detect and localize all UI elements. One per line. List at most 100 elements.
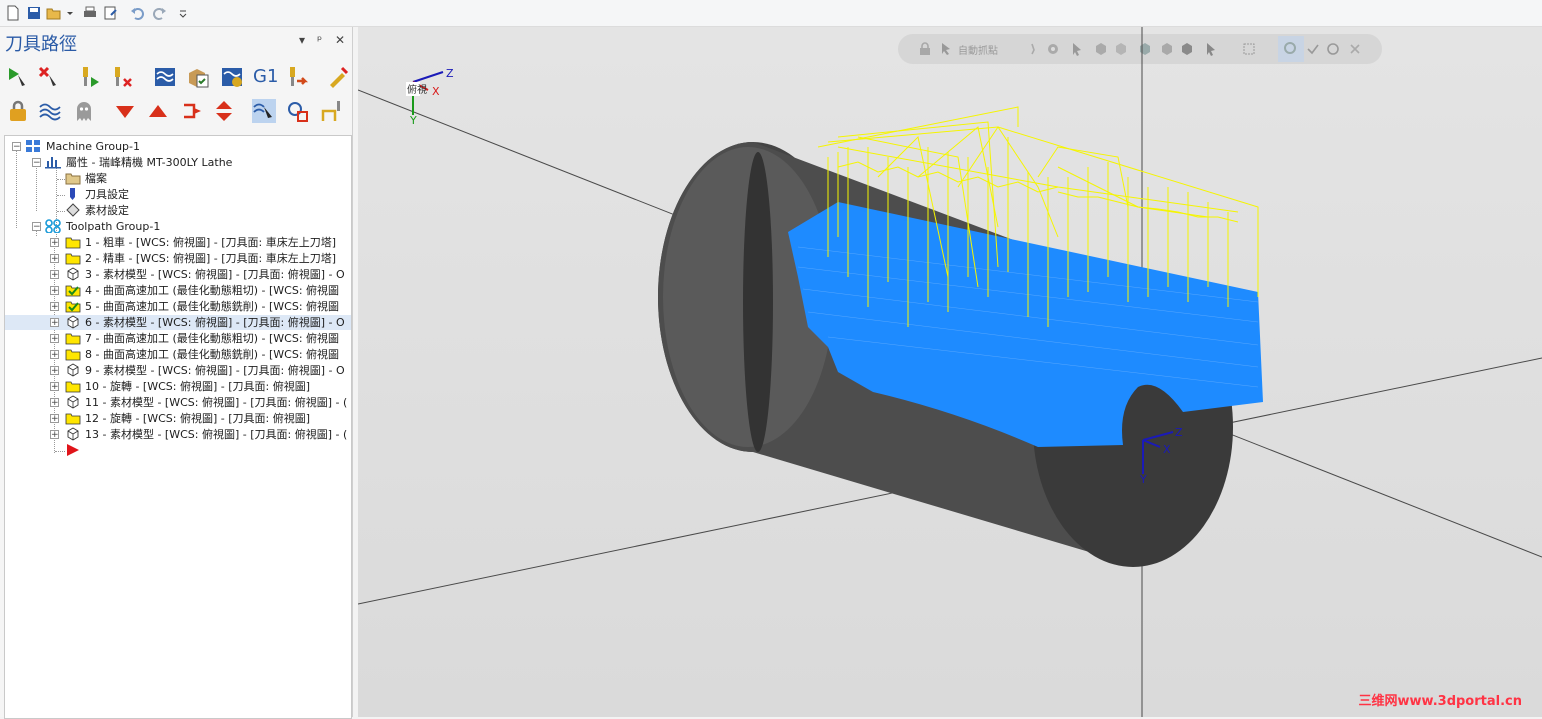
deselect-operations-icon[interactable]: [37, 65, 61, 89]
operation-row[interactable]: +2 - 精車 - [WCS: 俯視圖] - [刀具面: 車床左上刀塔]: [5, 251, 351, 266]
expand-toggle[interactable]: +: [50, 318, 59, 328]
operation-row[interactable]: +8 - 曲面高速加工 (最佳化動態銑削) - [WCS: 俯視圖: [5, 347, 351, 362]
operation-row[interactable]: +12 - 旋轉 - [WCS: 俯視圖] - [刀具面: 俯視圖]: [5, 411, 351, 426]
operation-stock-icon: [67, 315, 79, 329]
properties-label: 屬性 - 瑞峰精機 MT-300LY Lathe: [66, 156, 233, 169]
operation-row[interactable]: +4 - 曲面高速加工 (最佳化動態粗切) - [WCS: 俯視圖: [5, 283, 351, 298]
customize-toolbar-icon[interactable]: [178, 5, 188, 21]
open-dropdown-icon[interactable]: [66, 5, 74, 21]
machine-group-label: Machine Group-1: [46, 140, 140, 153]
print-preview-icon[interactable]: [103, 5, 119, 21]
toolpath-group-label: Toolpath Group-1: [66, 220, 161, 233]
operation-row[interactable]: +6 - 素材模型 - [WCS: 俯視圖] - [刀具面: 俯視圖] - O: [5, 315, 351, 330]
operation-folder-check-icon: [65, 301, 81, 313]
backplot-icon[interactable]: [153, 65, 177, 89]
operation-row[interactable]: +1 - 粗車 - [WCS: 俯視圖] - [刀具面: 車床左上刀塔]: [5, 235, 351, 250]
edit-tool-icon[interactable]: [326, 65, 350, 89]
verify-icon[interactable]: [186, 65, 210, 89]
post-g1-icon[interactable]: G1: [253, 65, 278, 89]
operation-label: 8 - 曲面高速加工 (最佳化動態銑削) - [WCS: 俯視圖: [85, 348, 340, 361]
operation-label: 4 - 曲面高速加工 (最佳化動態粗切) - [WCS: 俯視圖: [85, 284, 340, 297]
lock-icon[interactable]: [6, 99, 30, 123]
graphics-viewport[interactable]: 自動抓點 Z X Y 俯視 Z X Y 三维网www.3dportal.cn: [358, 27, 1542, 717]
new-file-icon[interactable]: [5, 5, 21, 21]
operation-folder-icon: [65, 253, 81, 265]
move-both-icon[interactable]: [212, 99, 236, 123]
quick-access-toolbar: [0, 0, 1542, 27]
undo-icon[interactable]: [130, 5, 146, 21]
tool-settings-label: 刀具設定: [85, 188, 129, 201]
watermark: 三维网www.3dportal.cn: [1358, 694, 1522, 709]
triad-x-label: X: [432, 85, 440, 98]
triad-view-label: 俯視: [407, 83, 427, 96]
operation-folder-check-icon: [65, 285, 81, 297]
simulate-icon[interactable]: [220, 65, 244, 89]
expand-toggle[interactable]: +: [50, 334, 59, 344]
insert-marker-icon[interactable]: [320, 99, 344, 123]
operation-label: 9 - 素材模型 - [WCS: 俯視圖] - [刀具面: 俯視圖] - O: [85, 364, 345, 377]
expand-toggle[interactable]: +: [50, 238, 59, 248]
print-icon[interactable]: [82, 5, 98, 21]
regenerate-dirty-icon[interactable]: [110, 65, 134, 89]
operation-row[interactable]: +10 - 旋轉 - [WCS: 俯視圖] - [刀具面: 俯視圖]: [5, 379, 351, 394]
expand-toggle[interactable]: +: [50, 254, 59, 264]
wcs-y-label: Y: [1139, 473, 1147, 486]
operations-tree[interactable]: − Machine Group-1 − 屬性 - 瑞峰精機 MT-300LY L…: [4, 135, 352, 719]
operation-label: 13 - 素材模型 - [WCS: 俯視圖] - [刀具面: 俯視圖] - (: [85, 428, 348, 441]
expand-toggle[interactable]: +: [50, 398, 59, 408]
panel-title: 刀具路徑: [5, 34, 77, 55]
expand-toggle[interactable]: +: [50, 366, 59, 376]
operation-label: 6 - 素材模型 - [WCS: 俯視圖] - [刀具面: 俯視圖] - O: [85, 316, 345, 329]
operation-folder-icon: [65, 381, 81, 393]
panel-menu-button[interactable]: ▾: [299, 33, 305, 47]
toggle-display-icon[interactable]: [38, 99, 62, 123]
operation-label: 5 - 曲面高速加工 (最佳化動態銑削) - [WCS: 俯視圖: [85, 300, 340, 313]
operation-row[interactable]: +3 - 素材模型 - [WCS: 俯視圖] - [刀具面: 俯視圖] - O: [5, 267, 351, 282]
select-toolpath-icon[interactable]: [252, 99, 276, 123]
expand-toggle[interactable]: +: [50, 430, 59, 440]
expand-toggle[interactable]: +: [50, 414, 59, 424]
redo-icon[interactable]: [151, 5, 167, 21]
operation-stock-icon: [67, 363, 79, 377]
high-feed-icon[interactable]: [286, 65, 310, 89]
panel-close-button[interactable]: ✕: [335, 33, 345, 47]
properties-chart-icon: [45, 157, 61, 169]
operation-row[interactable]: +13 - 素材模型 - [WCS: 俯視圖] - [刀具面: 俯視圖] - (: [5, 427, 351, 442]
regenerate-selected-icon[interactable]: [78, 65, 102, 89]
operation-row[interactable]: +5 - 曲面高速加工 (最佳化動態銑削) - [WCS: 俯視圖: [5, 299, 351, 314]
move-up-icon[interactable]: [146, 99, 170, 123]
operation-row[interactable]: +11 - 素材模型 - [WCS: 俯視圖] - [刀具面: 俯視圖] - (: [5, 395, 351, 410]
move-after-icon[interactable]: [180, 99, 204, 123]
operation-label: 3 - 素材模型 - [WCS: 俯視圖] - [刀具面: 俯視圖] - O: [85, 268, 345, 281]
operation-label: 1 - 粗車 - [WCS: 俯視圖] - [刀具面: 車床左上刀塔]: [85, 236, 336, 249]
machine-group-icon: [26, 140, 40, 152]
expand-toggle[interactable]: +: [50, 286, 59, 296]
expand-toggle[interactable]: +: [50, 382, 59, 392]
insert-arrow-icon[interactable]: [286, 99, 310, 123]
ghost-icon[interactable]: [72, 99, 96, 123]
operation-label: 10 - 旋轉 - [WCS: 俯視圖] - [刀具面: 俯視圖]: [85, 380, 310, 393]
move-down-icon[interactable]: [113, 99, 137, 123]
operation-row[interactable]: +9 - 素材模型 - [WCS: 俯視圖] - [刀具面: 俯視圖] - O: [5, 363, 351, 378]
insert-arrow-marker-icon: [67, 444, 79, 456]
save-icon[interactable]: [26, 5, 42, 21]
files-folder-icon: [65, 173, 81, 185]
expand-toggle[interactable]: +: [50, 270, 59, 280]
toolpath-manager-panel: 刀具路徑 ▾ ᵖ ✕ G1 − Machine Group-1 − 屬性 - 瑞…: [0, 27, 353, 719]
toolpath-group-icon: [45, 219, 61, 233]
triad-z-label: Z: [446, 67, 454, 80]
select-all-operations-icon[interactable]: [6, 65, 30, 89]
expand-toggle[interactable]: +: [50, 302, 59, 312]
stock-setup-icon: [66, 203, 80, 217]
operation-stock-icon: [67, 395, 79, 409]
operation-row[interactable]: +7 - 曲面高速加工 (最佳化動態粗切) - [WCS: 俯視圖: [5, 331, 351, 346]
operation-folder-icon: [65, 349, 81, 361]
operation-label: 11 - 素材模型 - [WCS: 俯視圖] - [刀具面: 俯視圖] - (: [85, 396, 348, 409]
operation-label: 7 - 曲面高速加工 (最佳化動態粗切) - [WCS: 俯視圖: [85, 332, 340, 345]
triad-y-label: Y: [409, 114, 417, 127]
panel-pin-button[interactable]: ᵖ: [317, 33, 322, 47]
expand-toggle[interactable]: +: [50, 350, 59, 360]
open-icon[interactable]: [46, 5, 62, 21]
operation-folder-icon: [65, 333, 81, 345]
stock-setup-label: 素材設定: [85, 204, 129, 217]
